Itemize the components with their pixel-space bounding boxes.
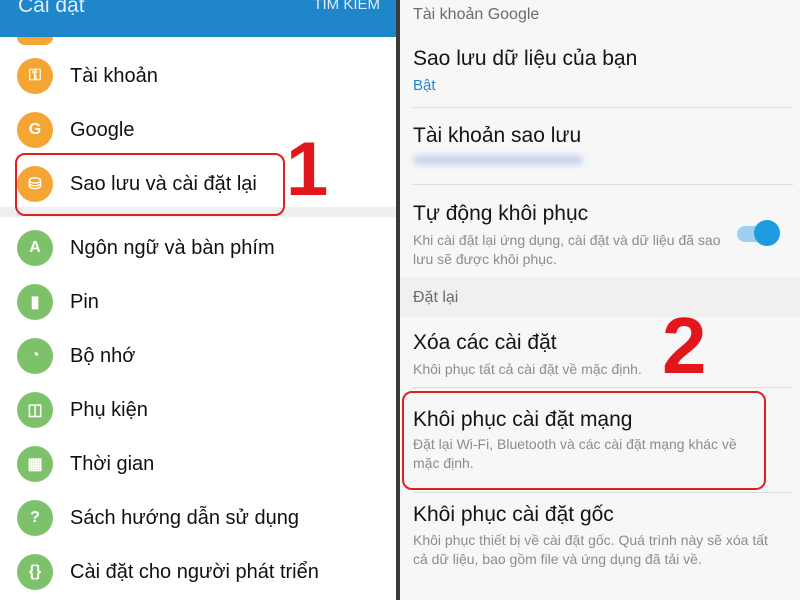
settings-item-label: Google xyxy=(70,119,135,141)
accessory-icon: ◫ xyxy=(17,392,53,428)
settings-item[interactable]: ? Sách hướng dẫn sử dụng xyxy=(0,491,396,545)
step-number-2: 2 xyxy=(662,301,707,390)
battery-icon: ▮ xyxy=(17,284,53,320)
settings-item-label: Thời gian xyxy=(70,453,155,475)
settings-item-label: Ngôn ngữ và bàn phím xyxy=(70,237,275,259)
section-header-reset: Đặt lại xyxy=(413,289,459,306)
settings-item[interactable]: ◫ Phụ kiện xyxy=(0,383,396,437)
settings-item[interactable]: ◔ Bộ nhớ xyxy=(0,329,396,383)
calendar-icon: ▦ xyxy=(17,446,53,482)
settings-item-label: Phụ kiện xyxy=(70,399,148,421)
auto-restore-title: Tự động khôi phục xyxy=(413,202,589,225)
developer-icon: {} xyxy=(17,554,53,590)
backup-data-item[interactable]: Sao lưu dữ liệu của bạn Bật xyxy=(400,37,800,107)
divider xyxy=(413,387,793,388)
settings-list-panel: Cài đặt TÌM KIẾM ⚿ Tài khoản G Google ⛁ Sao l… xyxy=(0,0,396,600)
backup-data-status: Bật xyxy=(413,77,436,94)
backup-account-item[interactable]: Tài khoản sao lưu xyxy=(400,108,800,184)
manual-icon: ? xyxy=(17,500,53,536)
settings-item[interactable]: A Ngôn ngữ và bàn phím xyxy=(0,221,396,275)
page-title: Cài đặt xyxy=(18,0,85,17)
settings-item[interactable]: ▦ Thời gian xyxy=(0,437,396,491)
settings-item-label: Cài đặt cho người phát triển xyxy=(70,561,319,583)
auto-restore-description: Khi cài đặt lại ứng dụng, cài đặt và dữ … xyxy=(413,232,721,267)
settings-item[interactable]: G Google xyxy=(0,103,396,157)
backup-account-title: Tài khoản sao lưu xyxy=(413,124,582,147)
reset-settings-item[interactable]: Xóa các cài đặt Khôi phục tất cả cài đặt… xyxy=(400,318,800,386)
blurred-account-email xyxy=(413,155,583,165)
auto-restore-toggle-knob[interactable] xyxy=(754,220,780,246)
settings-item-label: Bộ nhớ xyxy=(70,345,136,367)
factory-reset-title: Khôi phục cài đặt gốc xyxy=(413,503,614,526)
settings-item[interactable]: {} Cài đặt cho người phát triển xyxy=(0,545,396,599)
key-icon: ⚿ xyxy=(17,58,53,94)
settings-item-label: Sách hướng dẫn sử dụng xyxy=(70,507,299,529)
settings-item-label: Pin xyxy=(70,291,99,313)
reset-settings-description: Khôi phục tất cả cài đặt về mặc định. xyxy=(413,361,642,377)
partial-icon xyxy=(17,37,53,45)
backup-reset-panel: Tài khoản Google Sao lưu dữ liệu của bạn… xyxy=(400,0,800,600)
app-bar: Cài đặt TÌM KIẾM xyxy=(0,0,396,37)
factory-reset-description: Khôi phục thiết bị về cài đặt gốc. Quá t… xyxy=(413,532,768,567)
highlight-box-1 xyxy=(15,153,285,216)
section-header-google: Tài khoản Google xyxy=(413,6,540,23)
search-button[interactable]: TÌM KIẾM xyxy=(313,0,380,13)
settings-item[interactable]: ▮ Pin xyxy=(0,275,396,329)
language-icon: A xyxy=(17,230,53,266)
section-band xyxy=(400,277,800,317)
storage-icon: ◔ xyxy=(17,338,53,374)
reset-settings-title: Xóa các cài đặt xyxy=(413,331,557,354)
settings-item[interactable]: ⚿ Tài khoản xyxy=(0,49,396,103)
backup-data-title: Sao lưu dữ liệu của bạn xyxy=(413,47,638,70)
settings-item-label: Tài khoản xyxy=(70,65,158,87)
google-icon: G xyxy=(17,112,53,148)
factory-reset-item[interactable]: Khôi phục cài đặt gốc Khôi phục thiết bị… xyxy=(400,493,800,600)
highlight-box-2 xyxy=(402,391,766,490)
step-number-1: 1 xyxy=(286,127,329,212)
